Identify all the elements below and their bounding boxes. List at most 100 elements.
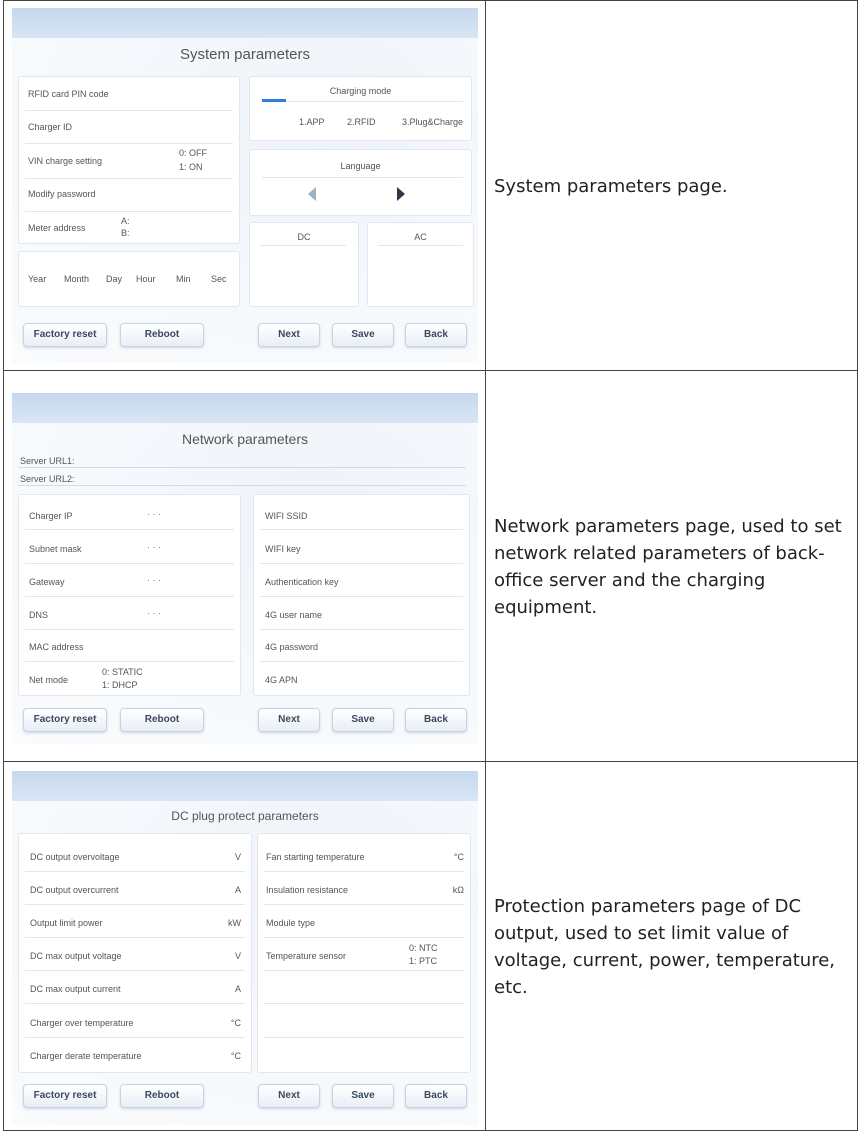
mode-plug-charge[interactable]: 3.Plug&Charge	[402, 117, 463, 127]
sensor-option-ptc[interactable]: 1: PTC	[409, 956, 437, 966]
top-bar	[12, 393, 478, 423]
factory-reset-button[interactable]: Factory reset	[23, 1084, 107, 1108]
language-card: Language	[249, 149, 472, 216]
month-label: Month	[64, 274, 90, 284]
dns-label: DNS	[29, 610, 49, 620]
page-title: DC plug protect parameters	[171, 809, 319, 823]
net-mode-static[interactable]: 0: STATIC	[102, 667, 143, 677]
row-divider	[4, 370, 857, 371]
row-divider	[4, 761, 857, 762]
save-button[interactable]: Save	[332, 708, 394, 732]
charging-mode-title: Charging mode	[329, 86, 392, 96]
mac-address-label: MAC address	[29, 642, 84, 652]
next-button[interactable]: Next	[258, 708, 320, 732]
dc-max-output-current-label: DC max output current	[30, 984, 121, 994]
sec-label: Sec	[211, 274, 227, 284]
save-button[interactable]: Save	[332, 323, 394, 347]
server-url1-field[interactable]	[18, 467, 466, 468]
vin-option-on[interactable]: 1: ON	[179, 162, 203, 172]
language-prev-icon[interactable]	[308, 187, 316, 201]
dc-label: DC	[297, 232, 311, 242]
module-type-label: Module type	[266, 918, 316, 928]
fan-starting-temperature-label: Fan starting temperature	[266, 852, 365, 862]
ac-card: AC	[367, 222, 474, 307]
factory-reset-button[interactable]: Factory reset	[23, 323, 107, 347]
system-description: System parameters page.	[494, 176, 728, 197]
unit-label: °C	[230, 1018, 241, 1028]
back-button[interactable]: Back	[405, 323, 467, 347]
insulation-resistance-label: Insulation resistance	[266, 885, 349, 895]
server-url2-field[interactable]	[18, 485, 466, 486]
charging-mode-card: Charging mode 1.APP 2.RFID 3.Plug&Charge	[249, 76, 472, 141]
language-next-icon[interactable]	[397, 187, 405, 201]
network-left-card: Charger IP · · · Subnet mask · · · Gatew…	[18, 494, 241, 696]
network-parameters-screen: Network parameters Server URL1: Server U…	[12, 393, 478, 744]
unit-label: kW	[228, 918, 241, 928]
system-parameters-screen: System parameters RFID card PIN code Cha…	[12, 8, 478, 363]
vin-option-off[interactable]: 0: OFF	[179, 148, 207, 158]
system-settings-card: RFID card PIN code Charger ID VIN charge…	[18, 76, 240, 244]
meter-option-a[interactable]: A:	[121, 216, 130, 226]
reboot-button[interactable]: Reboot	[120, 1084, 204, 1108]
meter-address-label: Meter address	[28, 223, 86, 233]
charger-over-temperature-label: Charger over temperature	[30, 1018, 134, 1028]
hour-label: Hour	[136, 274, 156, 284]
back-button[interactable]: Back	[405, 1084, 467, 1108]
dc-protect-screen: DC plug protect parameters DC output ove…	[12, 771, 478, 1125]
charger-id-label: Charger ID	[28, 122, 73, 132]
charger-derate-temperature-label: Charger derate temperature	[30, 1051, 142, 1061]
language-title: Language	[340, 161, 381, 171]
unit-label: V	[234, 951, 241, 961]
dc-max-output-voltage-label: DC max output voltage	[30, 951, 122, 961]
datetime-card: Year Month Day Hour Min Sec	[18, 251, 240, 307]
4g-password-label: 4G password	[265, 642, 319, 652]
vin-charge-label: VIN charge setting	[28, 156, 103, 166]
unit-label: A	[234, 885, 241, 895]
wifi-key-label: WIFI key	[265, 544, 301, 554]
4g-apn-label: 4G APN	[265, 675, 298, 685]
reboot-button[interactable]: Reboot	[120, 323, 204, 347]
gateway-field[interactable]: · · ·	[147, 575, 161, 585]
dc-protect-description: Protection parameters page of DC output,…	[494, 896, 836, 998]
rfid-pin-label: RFID card PIN code	[28, 89, 109, 99]
mode-app[interactable]: 1.APP	[299, 117, 325, 127]
top-bar	[12, 8, 478, 38]
next-button[interactable]: Next	[258, 1084, 320, 1108]
factory-reset-button[interactable]: Factory reset	[23, 708, 107, 732]
save-button[interactable]: Save	[332, 1084, 394, 1108]
server-url1-label: Server URL1:	[20, 456, 75, 466]
charger-ip-label: Charger IP	[29, 511, 73, 521]
column-divider	[485, 1, 486, 1130]
unit-label: °C	[453, 852, 464, 862]
mode-rfid[interactable]: 2.RFID	[347, 117, 376, 127]
year-label: Year	[28, 274, 47, 284]
ac-label: AC	[414, 232, 427, 242]
back-button[interactable]: Back	[405, 708, 467, 732]
page-title: System parameters	[179, 46, 311, 63]
network-right-card: WIFI SSID WIFI key Authentication key 4G…	[253, 494, 470, 696]
day-label: Day	[106, 274, 123, 284]
page-title: Network parameters	[181, 431, 309, 447]
unit-label: V	[234, 852, 241, 862]
reboot-button[interactable]: Reboot	[120, 708, 204, 732]
unit-label: A	[234, 984, 241, 994]
unit-label: kΩ	[452, 885, 464, 895]
wifi-ssid-label: WIFI SSID	[265, 511, 308, 521]
dns-field[interactable]: · · ·	[147, 608, 161, 618]
network-description: Network parameters page, used to set net…	[494, 516, 842, 618]
dc-card: DC	[249, 222, 359, 307]
authentication-key-label: Authentication key	[265, 577, 339, 587]
dc-output-overcurrent-label: DC output overcurrent	[30, 885, 119, 895]
net-mode-dhcp[interactable]: 1: DHCP	[102, 680, 138, 690]
mode-indicator	[262, 99, 286, 102]
gateway-label: Gateway	[29, 577, 65, 587]
sensor-option-ntc[interactable]: 0: NTC	[409, 943, 438, 953]
subnet-mask-field[interactable]: · · ·	[147, 542, 161, 552]
modify-password-label[interactable]: Modify password	[28, 189, 96, 199]
4g-user-name-label: 4G user name	[265, 610, 323, 620]
charger-ip-field[interactable]: · · ·	[147, 509, 161, 519]
meter-option-b[interactable]: B:	[121, 228, 130, 238]
next-button[interactable]: Next	[258, 323, 320, 347]
net-mode-label: Net mode	[29, 675, 69, 685]
min-label: Min	[176, 274, 191, 284]
